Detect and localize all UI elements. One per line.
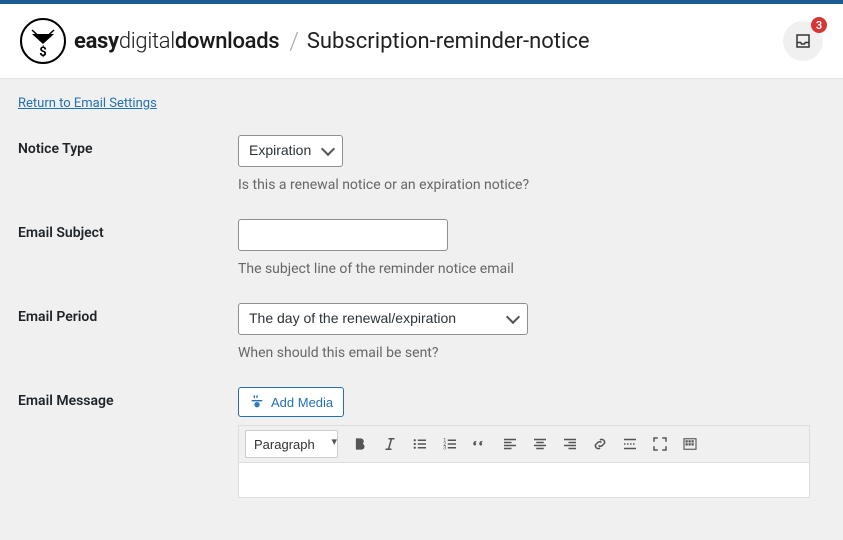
edd-logo-icon: $ <box>20 18 66 64</box>
format-select[interactable]: Paragraph <box>245 430 338 458</box>
notice-type-select[interactable]: Expiration <box>238 135 343 167</box>
email-period-helper: When should this email be sent? <box>238 345 825 361</box>
fullscreen-icon <box>651 435 669 453</box>
read-more-icon <box>621 435 639 453</box>
return-link[interactable]: Return to Email Settings <box>18 96 157 111</box>
media-icon <box>249 394 265 410</box>
blockquote-button[interactable] <box>466 430 494 458</box>
email-message-label: Email Message <box>18 387 238 409</box>
align-left-button[interactable] <box>496 430 524 458</box>
email-subject-label: Email Subject <box>18 219 238 241</box>
svg-text:$: $ <box>39 45 46 60</box>
toolbar-toggle-icon <box>681 435 699 453</box>
toolbar-toggle-button[interactable] <box>676 430 704 458</box>
italic-button[interactable] <box>376 430 404 458</box>
bold-button[interactable] <box>346 430 374 458</box>
add-media-button[interactable]: Add Media <box>238 387 344 417</box>
email-subject-helper: The subject line of the reminder notice … <box>238 261 825 277</box>
page-header: $ easydigitaldownloads / Subscription-re… <box>0 4 843 79</box>
fullscreen-button[interactable] <box>646 430 674 458</box>
link-button[interactable] <box>586 430 614 458</box>
quote-icon <box>471 435 489 453</box>
editor-content[interactable] <box>239 463 809 497</box>
align-left-icon <box>501 435 519 453</box>
logo: $ easydigitaldownloads <box>20 18 279 64</box>
align-center-icon <box>531 435 549 453</box>
editor-toolbar: Paragraph 123 <box>239 426 809 463</box>
link-icon <box>591 435 609 453</box>
numbered-list-icon: 123 <box>441 435 459 453</box>
email-period-select[interactable]: The day of the renewal/expiration <box>238 303 528 335</box>
notification-badge: 3 <box>811 17 827 33</box>
notice-type-label: Notice Type <box>18 135 238 157</box>
align-center-button[interactable] <box>526 430 554 458</box>
logo-text: easydigitaldownloads <box>74 29 279 54</box>
notifications-button[interactable]: 3 <box>783 21 823 61</box>
align-right-button[interactable] <box>556 430 584 458</box>
italic-icon <box>381 435 399 453</box>
align-right-icon <box>561 435 579 453</box>
numbered-list-button[interactable]: 123 <box>436 430 464 458</box>
read-more-button[interactable] <box>616 430 644 458</box>
bullet-list-button[interactable] <box>406 430 434 458</box>
bold-icon <box>351 435 369 453</box>
bullet-list-icon <box>411 435 429 453</box>
email-subject-input[interactable] <box>238 219 448 251</box>
breadcrumb-separator: / <box>289 27 299 55</box>
svg-text:3: 3 <box>443 445 446 451</box>
inbox-icon <box>794 32 812 50</box>
page-title: Subscription-reminder-notice <box>307 29 590 54</box>
email-period-label: Email Period <box>18 303 238 325</box>
notice-type-helper: Is this a renewal notice or an expiratio… <box>238 177 825 193</box>
wysiwyg-editor: Paragraph 123 <box>238 425 810 498</box>
